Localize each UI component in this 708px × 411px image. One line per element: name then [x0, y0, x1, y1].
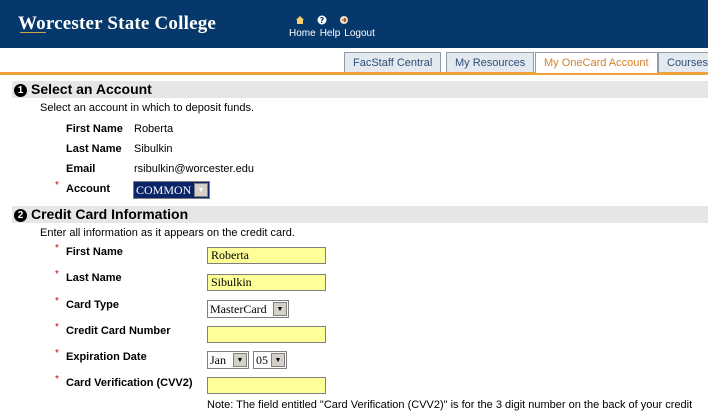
cvv2-note: Note: The field entitled "Card Verificat… — [207, 399, 693, 411]
first-name-value: Roberta — [134, 123, 174, 135]
section-credit-card-header: 2 Credit Card Information — [12, 206, 708, 223]
section2-instruction: Enter all information as it appears on t… — [40, 227, 295, 239]
required-marker: * — [55, 243, 59, 254]
section-title: Credit Card Information — [31, 206, 189, 222]
expiration-label: Expiration Date — [66, 351, 147, 363]
card-number-input[interactable] — [207, 326, 326, 343]
tab-courses[interactable]: Courses — [658, 52, 708, 72]
email-value: rsibulkin@worcester.edu — [134, 163, 254, 175]
section1-instruction: Select an account in which to deposit fu… — [40, 102, 255, 114]
chevron-down-icon[interactable]: ▼ — [233, 353, 247, 367]
cvv2-input[interactable] — [207, 377, 326, 394]
home-icon[interactable] — [295, 15, 305, 25]
required-marker: * — [55, 180, 59, 191]
required-marker: * — [55, 374, 59, 385]
step-number-badge: 1 — [14, 84, 27, 97]
expiration-month-value: Jan — [210, 353, 226, 367]
section-select-account-header: 1 Select an Account — [12, 81, 708, 98]
expiration-year-select[interactable]: 05 ▼ — [253, 351, 287, 369]
tab-my-onecard-account[interactable]: My OneCard Account — [535, 52, 658, 73]
last-name-label: Last Name — [66, 143, 122, 155]
logout-link[interactable]: Logout — [344, 28, 375, 39]
account-select[interactable]: COMMON ▼ — [133, 181, 210, 199]
top-links: ? Home Help Logout — [289, 13, 375, 39]
help-link[interactable]: Help — [320, 28, 341, 39]
help-icon[interactable]: ? — [317, 15, 327, 25]
cc-first-name-input[interactable]: Roberta — [207, 247, 326, 264]
logout-icon[interactable] — [339, 15, 349, 25]
card-type-select[interactable]: MasterCard ▼ — [207, 300, 289, 318]
cvv2-label: Card Verification (CVV2) — [66, 377, 193, 389]
step-number-badge: 2 — [14, 209, 27, 222]
chevron-down-icon[interactable]: ▼ — [271, 353, 285, 367]
expiration-month-select[interactable]: Jan ▼ — [207, 351, 249, 369]
card-type-select-value: MasterCard — [210, 302, 267, 316]
expiration-year-value: 05 — [256, 353, 268, 367]
cc-last-name-input[interactable]: Sibulkin — [207, 274, 326, 291]
card-number-label: Credit Card Number — [66, 325, 171, 337]
tab-my-resources[interactable]: My Resources — [446, 52, 535, 72]
logo-underline — [20, 32, 46, 39]
account-label: Account — [66, 183, 110, 195]
svg-text:?: ? — [320, 16, 325, 25]
last-name-value: Sibulkin — [134, 143, 173, 155]
cc-first-name-label: First Name — [66, 246, 123, 258]
required-marker: * — [55, 348, 59, 359]
required-marker: * — [55, 296, 59, 307]
account-select-value: COMMON — [136, 183, 192, 197]
first-name-label: First Name — [66, 123, 123, 135]
tab-facstaff-central[interactable]: FacStaff Central — [344, 52, 442, 72]
home-link[interactable]: Home — [289, 28, 316, 39]
email-label: Email — [66, 163, 96, 175]
section-title: Select an Account — [31, 81, 152, 97]
college-logo[interactable]: Worcester State College — [18, 13, 216, 35]
required-marker: * — [55, 269, 59, 280]
chevron-down-icon[interactable]: ▼ — [194, 183, 208, 197]
required-marker: * — [55, 322, 59, 333]
chevron-down-icon[interactable]: ▼ — [273, 302, 287, 316]
cc-last-name-label: Last Name — [66, 272, 122, 284]
tab-bar: FacStaff Central My Resources My OneCard… — [0, 48, 708, 75]
card-type-label: Card Type — [66, 299, 119, 311]
header-banner: Worcester State College ? Home Help Logo… — [0, 0, 708, 48]
